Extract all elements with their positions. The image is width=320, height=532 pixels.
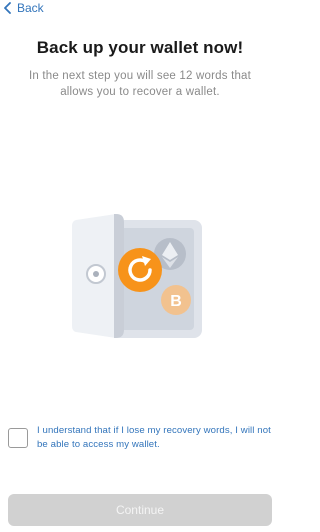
page-title: Back up your wallet now! — [36, 38, 244, 57]
consent-checkbox[interactable] — [8, 428, 28, 448]
page-subtitle: In the next step you will see 12 words t… — [28, 70, 252, 98]
svg-text:B: B — [170, 293, 182, 310]
chevron-left-icon — [4, 2, 11, 14]
consent-row[interactable]: I understand that if I lose my recovery … — [8, 424, 274, 452]
back-button[interactable]: Back — [3, 1, 44, 15]
refresh-icon — [118, 248, 162, 292]
nav-bar: Back — [0, 0, 280, 18]
back-label: Back — [17, 1, 44, 15]
bitcoin-icon: B — [161, 285, 191, 315]
backup-wallet-screen: Back Back up your wallet now! In the nex… — [0, 0, 280, 532]
consent-label[interactable]: I understand that if I lose my recovery … — [37, 424, 274, 452]
safe-illustration: B — [72, 210, 206, 340]
continue-button[interactable]: Continue — [8, 494, 272, 526]
